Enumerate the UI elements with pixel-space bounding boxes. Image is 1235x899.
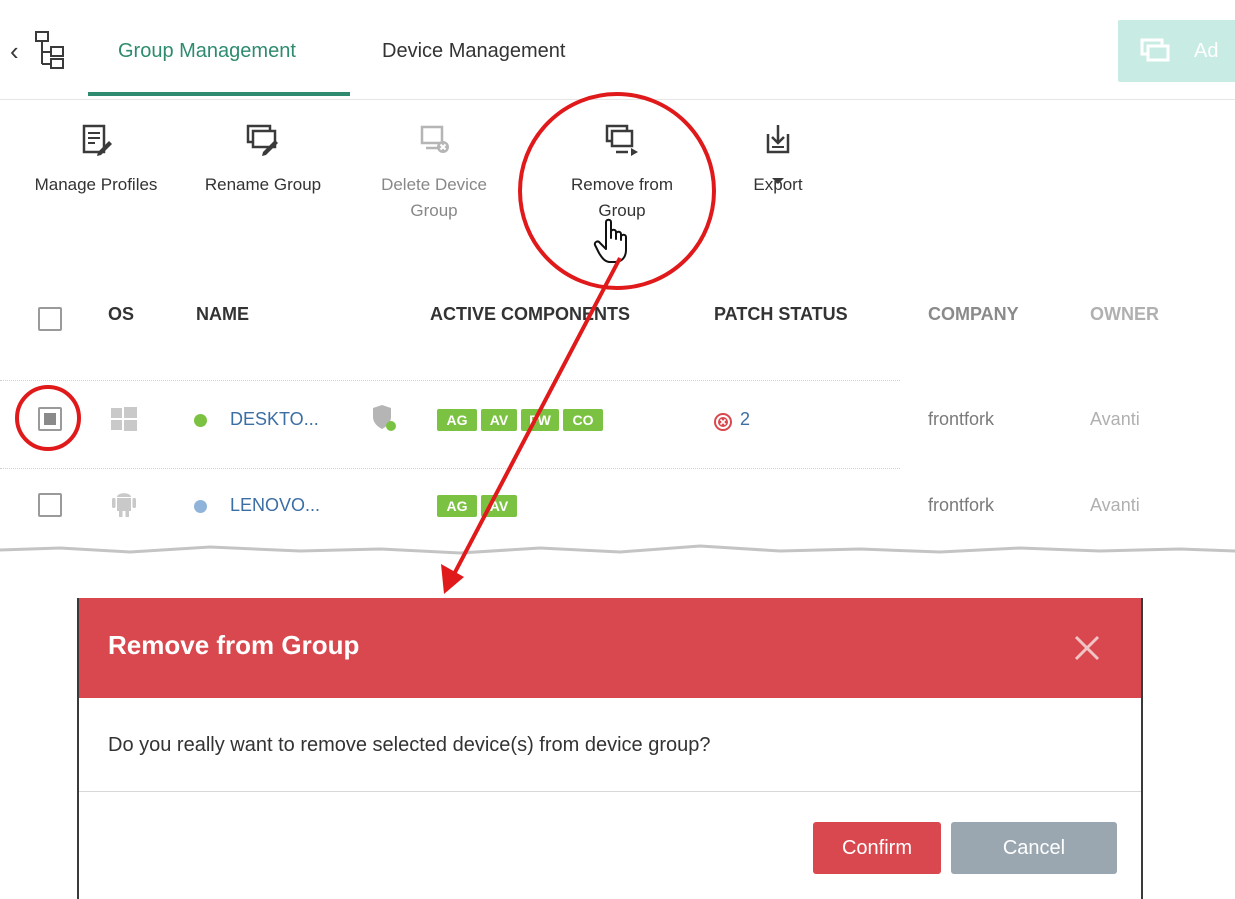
dialog-header: Remove from Group [79,598,1141,698]
close-icon[interactable] [1071,632,1103,664]
dialog-message: Do you really want to remove selected de… [108,734,711,756]
export-button[interactable]: Export [738,122,818,198]
export-dropdown-icon[interactable] [771,177,785,185]
export-label: Export [753,175,803,194]
column-header-company[interactable]: COMPANY [928,304,1019,325]
component-badge-av: AV [481,409,517,431]
select-all-checkbox[interactable] [38,307,62,331]
add-button[interactable]: Ad [1118,20,1235,82]
device-name-link[interactable]: DESKTO... [230,409,319,430]
active-tab-indicator [88,92,350,96]
tab-device-management[interactable]: Device Management [382,40,565,63]
group-tree-icon [35,31,64,69]
device-name-link[interactable]: LENOVO... [230,495,320,516]
table-divider [0,468,900,469]
security-shield-icon [373,405,396,431]
online-status-dot [194,414,207,427]
remove-from-group-dialog: Remove from Group Do you really want to … [77,598,1143,899]
component-badge-ag: AG [437,409,477,431]
row-checkbox[interactable] [38,493,62,517]
table-divider [0,380,900,381]
delete-device-group-label-2: Group [410,201,458,220]
column-header-owner[interactable]: OWNER [1090,304,1159,325]
delete-device-group-button[interactable]: Delete Device Group [364,122,504,224]
column-header-name[interactable]: NAME [196,304,249,325]
torn-edge-divider [0,544,1235,566]
dialog-body: Do you really want to remove selected de… [79,698,1141,792]
component-badge-ag: AG [437,495,477,517]
company-cell: frontfork [928,409,995,429]
tab-group-management[interactable]: Group Management [118,40,296,63]
hand-cursor-icon [593,218,627,263]
owner-cell: Avanti [1090,495,1140,515]
patch-error-icon [714,413,732,431]
add-button-label: Ad [1194,40,1219,62]
column-header-active-components[interactable]: ACTIVE COMPONENTS [430,304,630,325]
patch-count[interactable]: 2 [740,409,750,430]
company-cell: frontfork [928,495,995,515]
export-icon [766,125,790,154]
annotation-row-circle [15,385,81,451]
owner-cell: Avanti [1090,409,1140,429]
android-os-icon [112,493,136,517]
windows-os-icon [111,407,137,431]
component-badge-co: CO [563,409,603,431]
manage-profiles-label-1: Manage Profiles [34,175,158,194]
manage-profiles-icon [82,124,112,156]
column-header-os[interactable]: OS [108,304,134,325]
top-tab-bar: ‹ Group Management Device Management Ad [0,0,1235,100]
rename-group-label: Rename Group [204,175,322,194]
chevron-left-icon[interactable]: ‹ [10,38,19,64]
rename-group-button[interactable]: Rename Group [190,122,336,198]
column-header-patch-status[interactable]: PATCH STATUS [714,304,848,325]
manage-profiles-button[interactable]: Manage Profiles [20,122,172,198]
component-badge-av: AV [481,495,517,517]
dialog-title: Remove from Group [108,630,360,660]
delete-device-group-label-1: Delete Device [381,175,487,194]
confirm-button[interactable]: Confirm [813,822,941,874]
cancel-button[interactable]: Cancel [951,822,1117,874]
rename-group-icon [246,124,278,156]
delete-device-group-icon [420,125,449,153]
status-dot [194,500,207,513]
add-device-icon [1140,38,1170,62]
component-badge-fw: FW [521,409,559,431]
